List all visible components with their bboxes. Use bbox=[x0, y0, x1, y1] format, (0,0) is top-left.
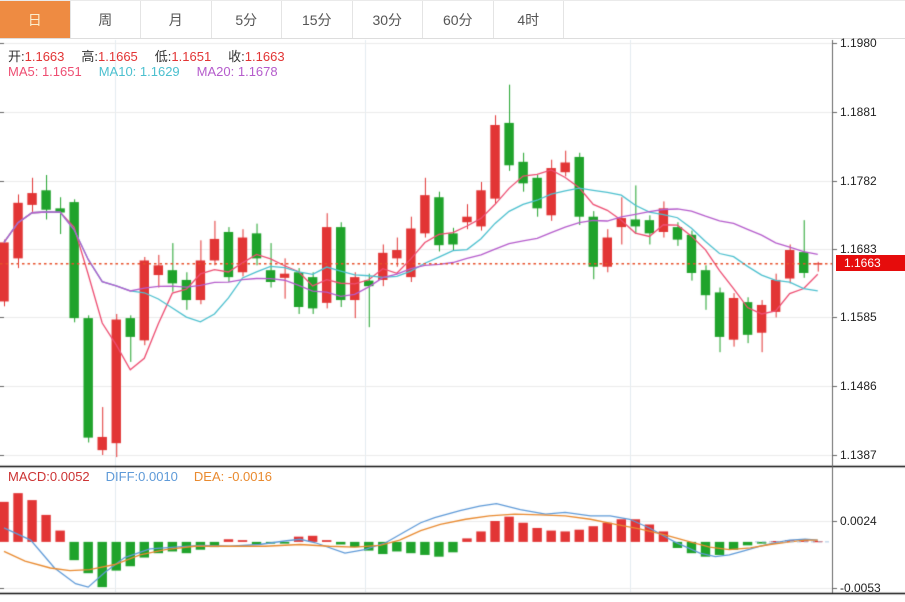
ma10-legend: MA10: 1.1629 bbox=[99, 64, 180, 79]
close-value: 1.1663 bbox=[245, 49, 285, 64]
axis-tick-label: 1.1486 bbox=[840, 379, 877, 393]
last-price-badge: 1.1663 bbox=[836, 255, 905, 271]
ma20-legend: MA20: 1.1678 bbox=[197, 64, 278, 79]
axis-tick-label: 1.1585 bbox=[840, 310, 877, 324]
tab-5min[interactable]: 5分 bbox=[212, 1, 283, 38]
low-label: 低: bbox=[155, 49, 172, 64]
macd-value: MACD:0.0052 bbox=[8, 469, 90, 484]
ohlc-legend: 开:1.1663高:1.1665低:1.1651收:1.1663 bbox=[8, 46, 302, 65]
high-label: 高: bbox=[81, 49, 98, 64]
axis-tick-label: 1.1782 bbox=[840, 174, 877, 188]
close-label: 收: bbox=[228, 49, 245, 64]
tab-day[interactable]: 日 bbox=[0, 1, 71, 38]
ma-legend: MA5: 1.1651 MA10: 1.1629 MA20: 1.1678 bbox=[8, 64, 295, 79]
open-label: 开: bbox=[8, 49, 25, 64]
tab-month[interactable]: 月 bbox=[141, 1, 212, 38]
tab-4hour[interactable]: 4时 bbox=[494, 1, 565, 38]
dea-value: DEA: -0.0016 bbox=[194, 469, 272, 484]
macd-legend: MACD:0.0052 DIFF:0.0010 DEA: -0.0016 bbox=[8, 469, 288, 484]
axis-tick-label: 1.1683 bbox=[840, 242, 877, 256]
axis-tick-label: -0.0053 bbox=[840, 581, 881, 595]
open-value: 1.1663 bbox=[25, 49, 65, 64]
ma5-legend: MA5: 1.1651 bbox=[8, 64, 82, 79]
timeframe-tabbar: 日周月5分15分30分60分4时 bbox=[0, 0, 905, 39]
axis-tick-label: 1.1980 bbox=[840, 36, 877, 50]
candlestick-macd-canvas[interactable] bbox=[0, 0, 905, 602]
axis-tick-label: 1.1881 bbox=[840, 105, 877, 119]
tabbar-filler bbox=[564, 1, 905, 38]
low-value: 1.1651 bbox=[171, 49, 211, 64]
high-value: 1.1665 bbox=[98, 49, 138, 64]
tab-30min[interactable]: 30分 bbox=[353, 1, 424, 38]
axis-tick-label: 1.1387 bbox=[840, 448, 877, 462]
diff-value: DIFF:0.0010 bbox=[106, 469, 178, 484]
chart-app: 日周月5分15分30分60分4时 开:1.1663高:1.1665低:1.165… bbox=[0, 0, 905, 602]
tab-15min[interactable]: 15分 bbox=[282, 1, 353, 38]
tab-week[interactable]: 周 bbox=[71, 1, 142, 38]
tab-60min[interactable]: 60分 bbox=[423, 1, 494, 38]
axis-tick-label: 0.0024 bbox=[840, 514, 877, 528]
